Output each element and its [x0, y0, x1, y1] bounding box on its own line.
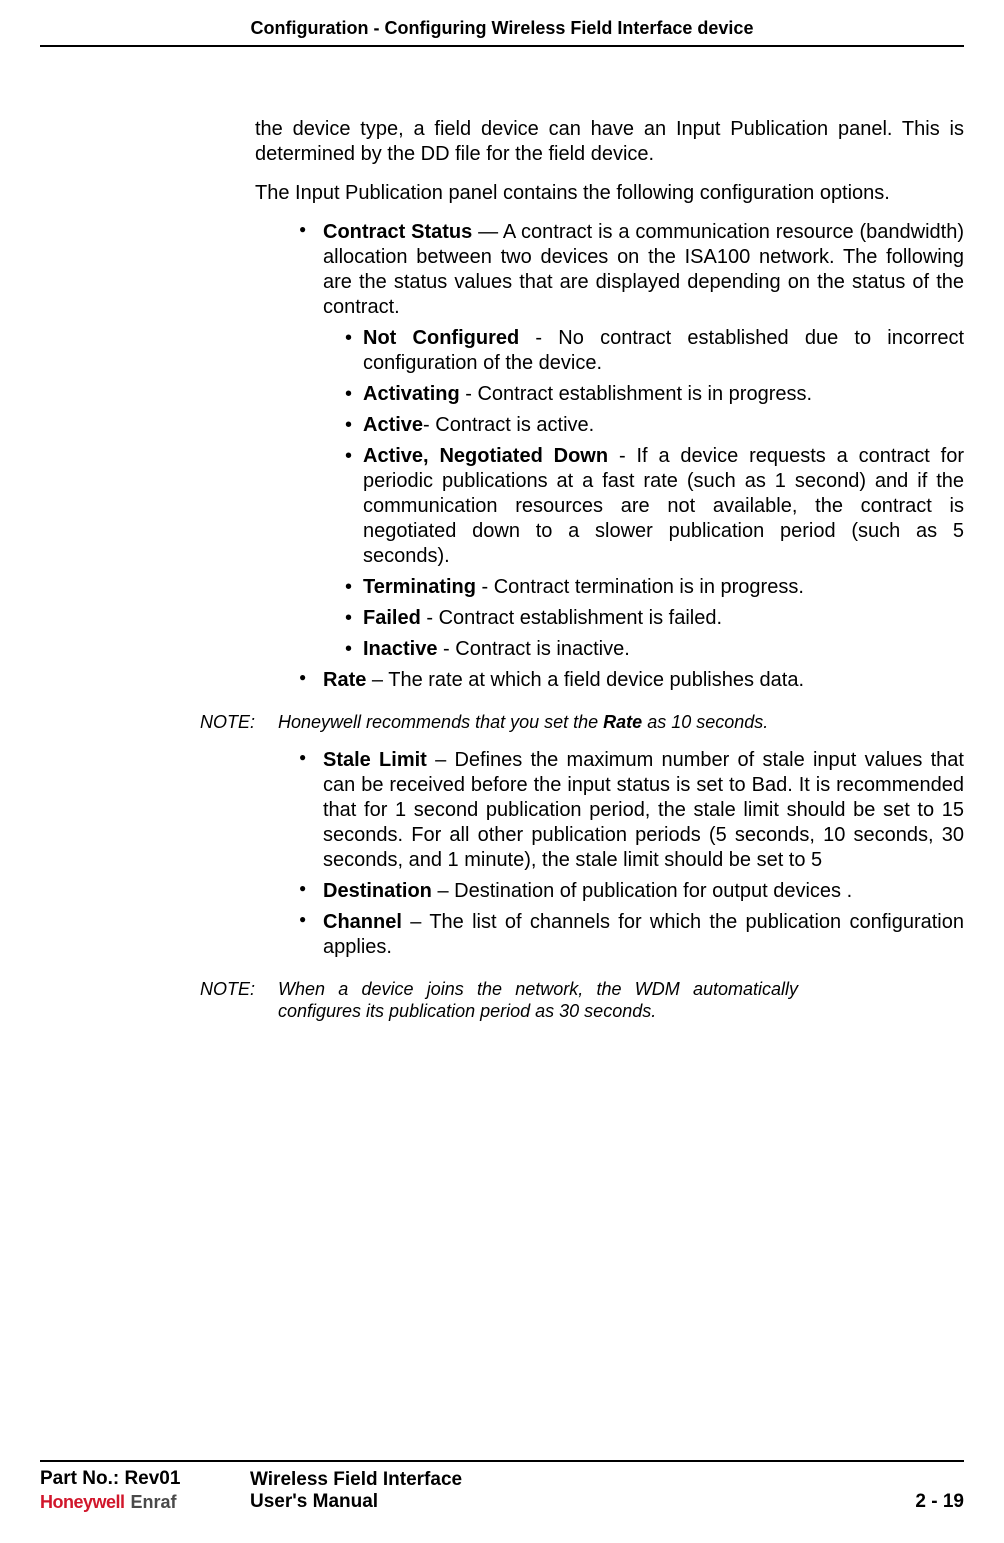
status-active: Active- Contract is active. — [345, 413, 964, 438]
option-label: Channel — [323, 911, 402, 933]
options-list-2: Stale Limit – Defines the maximum number… — [299, 748, 964, 960]
enraf-logo-text: Enraf — [131, 1492, 177, 1513]
footer-rule — [40, 1460, 964, 1462]
status-label: Activating — [363, 383, 460, 405]
option-label: Rate — [323, 669, 366, 691]
part-number: Part No.: Rev01 — [40, 1468, 250, 1490]
note-bold: Rate — [603, 712, 642, 732]
options-list: Contract Status — A contract is a commun… — [299, 220, 964, 693]
option-stale-limit: Stale Limit – Defines the maximum number… — [299, 748, 964, 873]
note-label: NOTE: — [200, 711, 278, 734]
page-footer: Part No.: Rev01 Honeywell Enraf Wireless… — [40, 1460, 964, 1513]
status-desc: - Contract termination is in progress. — [476, 576, 804, 598]
note-pre: Honeywell recommends that you set the — [278, 712, 603, 732]
option-rate: Rate – The rate at which a field device … — [299, 668, 964, 693]
status-values-list: Not Configured - No contract established… — [345, 326, 964, 662]
note-wdm: NOTE: When a device joins the network, t… — [200, 978, 964, 1023]
note-post: as 10 seconds. — [642, 712, 768, 732]
intro-para-2: The Input Publication panel contains the… — [255, 181, 964, 206]
status-desc: - Contract is active. — [423, 414, 594, 436]
body-column: the device type, a field device can have… — [255, 117, 964, 1023]
option-contract-status: Contract Status — A contract is a commun… — [299, 220, 964, 662]
page: Configuration - Configuring Wireless Fie… — [0, 0, 1004, 1543]
status-label: Terminating — [363, 576, 476, 598]
option-label: Stale Limit — [323, 749, 427, 771]
option-label: Contract Status — [323, 221, 472, 243]
running-header: Configuration - Configuring Wireless Fie… — [40, 0, 964, 39]
status-label: Failed — [363, 607, 421, 629]
doc-title-2: User's Manual — [250, 1491, 874, 1513]
doc-title-1: Wireless Field Interface — [250, 1469, 874, 1491]
brand-logo: Honeywell Enraf — [40, 1492, 250, 1513]
status-desc: - Contract establishment is in progress. — [460, 383, 812, 405]
status-activating: Activating - Contract establishment is i… — [345, 382, 964, 407]
honeywell-logo-text: Honeywell — [40, 1492, 125, 1513]
intro-para-1: the device type, a field device can have… — [255, 117, 964, 167]
footer-center: Wireless Field Interface User's Manual — [250, 1469, 874, 1513]
status-desc: - Contract establishment is failed. — [421, 607, 722, 629]
status-terminating: Terminating - Contract termination is in… — [345, 575, 964, 600]
note-rate: NOTE: Honeywell recommends that you set … — [200, 711, 964, 734]
status-inactive: Inactive - Contract is inactive. — [345, 637, 964, 662]
footer-grid: Part No.: Rev01 Honeywell Enraf Wireless… — [40, 1468, 964, 1513]
status-desc: - Contract is inactive. — [437, 638, 629, 660]
status-active-negotiated-down: Active, Negotiated Down - If a device re… — [345, 444, 964, 569]
option-label: Destination — [323, 880, 432, 902]
status-failed: Failed - Contract establishment is faile… — [345, 606, 964, 631]
footer-left: Part No.: Rev01 Honeywell Enraf — [40, 1468, 250, 1513]
status-not-configured: Not Configured - No contract established… — [345, 326, 964, 376]
note-label: NOTE: — [200, 978, 278, 1023]
status-label: Not Configured — [363, 327, 519, 349]
option-desc: – Destination of publication for output … — [432, 880, 852, 902]
status-label: Active — [363, 414, 423, 436]
note-text: Honeywell recommends that you set the Ra… — [278, 711, 768, 734]
option-desc: – The list of channels for which the pub… — [323, 911, 964, 958]
note-text: When a device joins the network, the WDM… — [278, 978, 798, 1023]
header-rule — [40, 45, 964, 47]
status-label: Active, Negotiated Down — [363, 445, 608, 467]
option-channel: Channel – The list of channels for which… — [299, 910, 964, 960]
status-label: Inactive — [363, 638, 437, 660]
option-desc: – The rate at which a field device publi… — [366, 669, 804, 691]
page-number: 2 - 19 — [874, 1491, 964, 1513]
option-destination: Destination – Destination of publication… — [299, 879, 964, 904]
